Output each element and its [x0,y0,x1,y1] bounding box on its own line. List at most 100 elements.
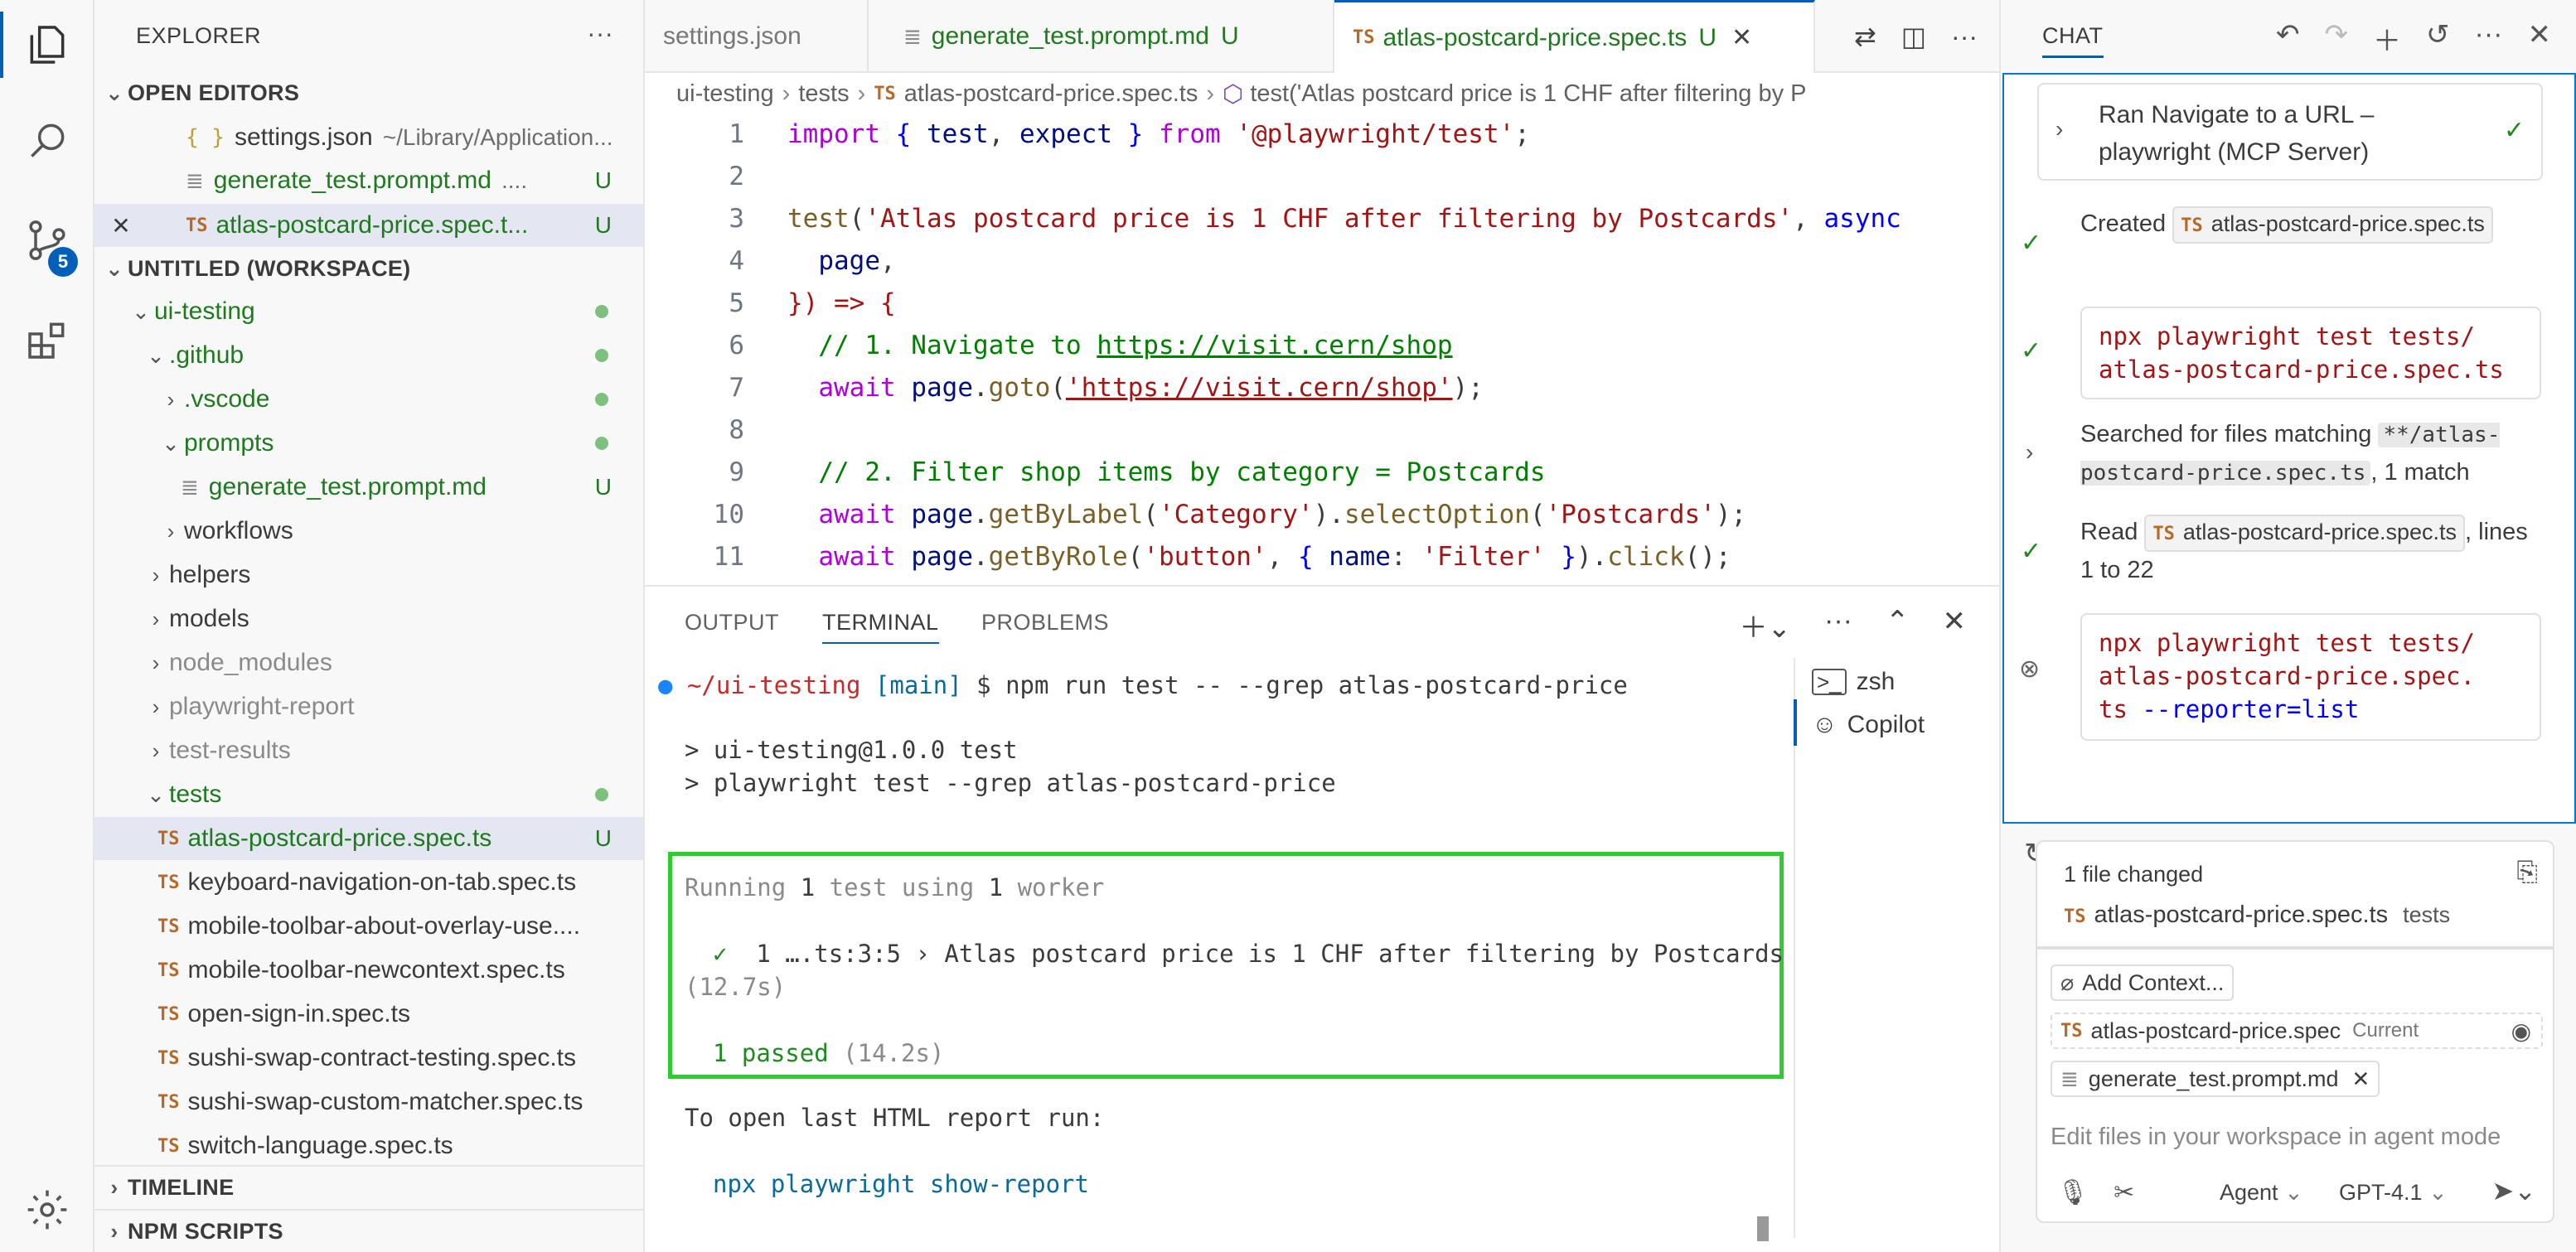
tab-generate-test[interactable]: ≣ generate_test.prompt.md U [869,0,1334,73]
open-editor-item-active[interactable]: ✕ TS atlas-postcard-price.spec.t... U [94,204,643,247]
source-control-icon[interactable]: 5 [0,199,94,282]
tree-file-test[interactable]: TS atlas-postcard-price.spec.ts U [94,817,643,860]
more-actions-icon[interactable]: ··· [587,18,613,49]
chat-input[interactable]: Edit files in your workspace in agent mo… [2051,1124,2543,1157]
tab-output[interactable]: OUTPUT [685,610,779,636]
editor-tabs: settings.json ≣ generate_test.prompt.md … [645,0,1999,73]
file-pill[interactable]: TS atlas-postcard-price.spec.ts [2172,206,2493,244]
code-line: // 2. Filter shop items by category = Po… [818,457,1546,487]
active-terminal-indicator [1794,699,1797,746]
microphone-icon[interactable]: 🎙︎ [2057,1178,2089,1207]
tree-file-test[interactable]: TS keyboard-navigation-on-tab.spec.ts [94,861,643,904]
timeline-header[interactable]: › TIMELINE [94,1165,643,1208]
breadcrumb-item[interactable]: ui-testing [676,80,774,108]
copilot-icon: ☺ [1812,711,1838,738]
breadcrumb-item[interactable]: tests [798,80,849,108]
tree-folder-vscode[interactable]: › .vscode [94,378,643,421]
changed-file-item[interactable]: TS atlas-postcard-price.spec.ts tests [2064,902,2450,929]
open-editors-header[interactable]: ⌄ OPEN EDITORS [94,71,643,114]
tree-file-test[interactable]: TS sushi-swap-contract-testing.spec.ts [94,1037,643,1080]
tool-call-card[interactable]: › Ran Navigate to a URL – playwright (MC… [2037,83,2543,181]
line-number: 8 [729,415,744,445]
tree-file-test[interactable]: TS mobile-toolbar-about-overlay-use.... [94,905,643,948]
tree-folder-ui-testing[interactable]: ⌄ ui-testing [94,290,643,333]
typescript-file-icon: TS [157,1091,180,1113]
mode-picker[interactable]: Agent ⌄ [2220,1180,2303,1206]
search-icon[interactable] [0,99,94,182]
tab-settings-json[interactable]: settings.json [645,0,869,73]
eye-icon[interactable]: ◉ [2511,1018,2531,1045]
npm-scripts-header[interactable]: › NPM SCRIPTS [94,1209,643,1252]
command-card[interactable]: npx playwright test tests/ atlas-postcar… [2080,307,2541,399]
settings-gear-icon[interactable] [0,1168,94,1251]
tree-file-test[interactable]: TS sushi-swap-custom-matcher.spec.ts [94,1080,643,1124]
model-picker[interactable]: GPT-4.1 ⌄ [2339,1180,2448,1206]
maximize-panel-icon[interactable]: ⌃ [1886,605,1910,645]
terminal-item-copilot[interactable]: ☺ Copilot [1812,711,1925,739]
breadcrumb-symbol[interactable]: test('Atlas postcard price is 1 CHF afte… [1250,80,1806,108]
chevron-right-icon: › [152,562,160,587]
file-pill[interactable]: TS atlas-postcard-price.spec.ts [2144,515,2466,552]
tab-terminal[interactable]: TERMINAL [822,610,939,644]
chevron-right-icon: › [2026,439,2034,465]
cancel-circle-icon: ⊗ [2019,655,2041,683]
workspace-header[interactable]: ⌄ UNTITLED (WORKSPACE) [94,247,643,290]
tree-folder-node-modules[interactable]: › node_modules [94,641,643,684]
redo-icon[interactable]: ↷ [2325,18,2349,59]
compare-changes-icon[interactable]: ⇄ [1854,21,1876,52]
chevron-right-icon: › [152,650,160,675]
split-editor-icon[interactable]: ◫ [1901,21,1926,52]
extensions-icon[interactable] [0,298,94,381]
close-tab-icon[interactable]: ✕ [1731,23,1752,52]
tree-folder-helpers[interactable]: › helpers [94,553,643,597]
open-editor-item[interactable]: { } settings.json ~/Library/Application.… [94,116,643,159]
read-message: Read TS atlas-postcard-price.spec.ts, lin… [2080,514,2545,589]
open-editor-item[interactable]: ≣ generate_test.prompt.md .... U [94,159,643,202]
tab-problems[interactable]: PROBLEMS [981,610,1109,636]
tab-atlas-spec[interactable]: TS atlas-postcard-price.spec.ts U ✕ [1334,0,1815,73]
tree-folder-models[interactable]: › models [94,597,643,641]
tree-file-prompt[interactable]: ≣ generate_test.prompt.md U [94,466,643,509]
history-icon[interactable]: ↺ [2426,18,2450,59]
more-actions-icon[interactable]: ··· [1824,605,1852,645]
chat-actions: ↶ ↷ ＋ ↺ ··· ✕ [2276,18,2551,59]
new-terminal-icon[interactable]: ＋⌄ [1740,605,1792,645]
tree-folder-workflows[interactable]: › workflows [94,510,643,553]
tree-file-test[interactable]: TS open-sign-in.spec.ts [94,993,643,1036]
code-editor[interactable]: 1 2 3 4 5 6 7 8 9 10 11 import { test, e… [645,116,1999,580]
tree-file-test[interactable]: TS switch-language.spec.ts [94,1124,643,1167]
tree-file-test[interactable]: TS mobile-toolbar-newcontext.spec.ts [94,949,643,992]
terminal-item-zsh[interactable]: >_ zsh [1812,668,1895,696]
send-icon[interactable]: ➤⌄ [2491,1175,2536,1206]
tree-folder-github[interactable]: ⌄ .github [94,334,643,377]
tree-folder-tests[interactable]: ⌄ tests [94,773,643,816]
tree-folder-playwright-report[interactable]: › playwright-report [94,685,643,728]
new-chat-icon[interactable]: ＋ [2373,18,2401,59]
add-context-button[interactable]: ⌀ Add Context... [2051,964,2235,1001]
close-panel-icon[interactable]: ✕ [1943,605,1967,645]
editor-actions: ⇄ ◫ ··· [1854,0,1978,73]
breadcrumb-item[interactable]: atlas-postcard-price.spec.ts [904,80,1198,108]
chevron-down-icon: ⌄ [132,298,150,324]
chat-title: CHAT [2042,23,2104,58]
command-card[interactable]: npx playwright test tests/ atlas-postcar… [2080,613,2541,741]
typescript-file-icon: TS [2152,524,2175,544]
modified-dot [595,349,608,362]
context-file-chip[interactable]: TS atlas-postcard-price.spec Current ◉ [2051,1013,2543,1049]
explorer-icon[interactable] [0,3,94,86]
diff-view-icon[interactable]: ⎘ [2516,857,2538,888]
remove-icon[interactable]: ✕ [2351,1066,2370,1092]
undo-icon[interactable]: ↶ [2276,18,2300,59]
terminal-duration: (12.7s) [685,973,787,1001]
more-actions-icon[interactable]: ··· [1951,22,1978,52]
tree-folder-prompts[interactable]: ⌄ prompts [94,422,643,465]
context-prompt-chip[interactable]: ≣ generate_test.prompt.md ✕ [2051,1061,2380,1097]
tree-folder-test-results[interactable]: › test-results [94,729,643,772]
close-icon[interactable]: ✕ [2528,18,2552,59]
typescript-file-icon: TS [1353,27,1375,48]
tools-icon[interactable]: ✂ [2114,1178,2134,1207]
terminal-scrollbar[interactable] [1757,1216,1769,1241]
explorer-panel: EXPLORER ··· ⌄ OPEN EDITORS { } settings… [94,0,645,1252]
close-icon[interactable]: ✕ [94,212,148,239]
more-actions-icon[interactable]: ··· [2475,18,2503,59]
